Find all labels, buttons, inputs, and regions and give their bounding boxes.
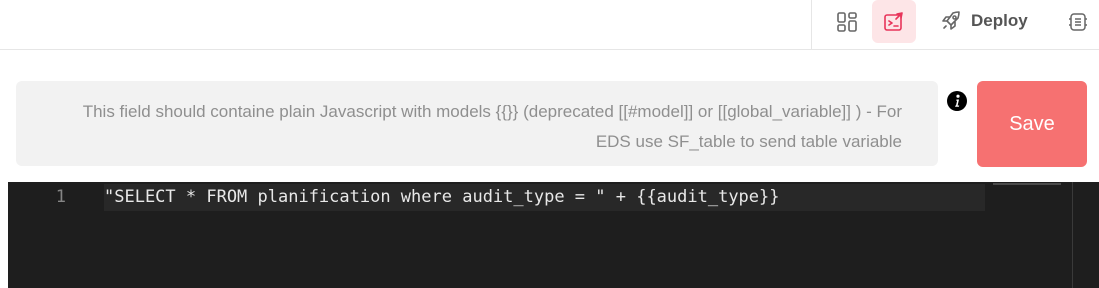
code-editor-button[interactable]	[872, 0, 916, 43]
api-button[interactable]	[1056, 0, 1099, 43]
api-code-icon	[1069, 12, 1087, 31]
top-toolbar: Deploy	[0, 0, 1099, 50]
deploy-label: Deploy	[971, 11, 1028, 30]
code-edit-icon	[884, 11, 903, 31]
layout-grid-icon	[837, 11, 857, 32]
code-line[interactable]: "SELECT * FROM planification where audit…	[104, 186, 780, 208]
save-button[interactable]: Save	[977, 81, 1087, 167]
toolbar-divider	[811, 0, 812, 50]
save-label: Save	[1009, 112, 1055, 135]
hint-text: This field should containe plain Javascr…	[82, 102, 902, 151]
deploy-button[interactable]: Deploy	[940, 6, 1028, 36]
minimap[interactable]	[993, 182, 1061, 186]
query-hint-field: This field should containe plain Javascr…	[16, 81, 938, 166]
code-editor[interactable]: 1 "SELECT * FROM planification where aud…	[8, 182, 1099, 288]
info-icon[interactable]	[946, 90, 968, 112]
vertical-scrollbar[interactable]	[1072, 182, 1099, 288]
rocket-icon	[942, 11, 960, 30]
layout-button[interactable]	[825, 0, 869, 43]
line-number: 1	[55, 187, 66, 207]
